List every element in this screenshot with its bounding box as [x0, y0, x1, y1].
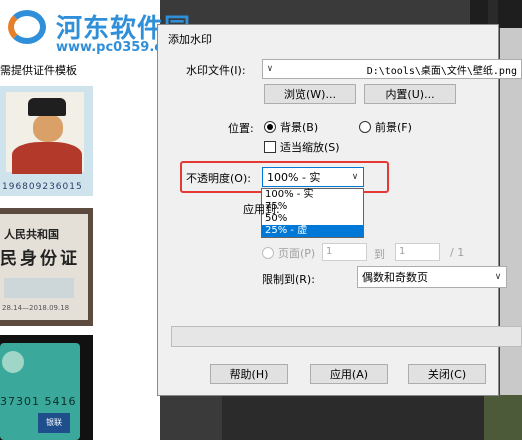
bank-card-number: 37301 5416 [0, 395, 77, 408]
position-label: 位置: [228, 122, 254, 135]
status-area [222, 395, 484, 440]
card-title-line1: 人民共和国 [4, 228, 59, 241]
unionpay-badge: 银联 [38, 413, 70, 433]
fit-scale-checkbox[interactable]: 适当缩放(S) [264, 139, 340, 155]
opacity-label: 不透明度(O): [186, 172, 251, 185]
site-url: www.pc0359.cn [56, 40, 172, 55]
card-date: 28.14—2018.09.18 [2, 304, 70, 312]
apply-button[interactable]: 应用(A) [310, 364, 388, 384]
apply-to-label: 应用到: [243, 203, 280, 216]
checkbox-icon [264, 141, 276, 153]
opacity-option[interactable]: 100% - 实 [262, 189, 363, 201]
chevron-down-icon[interactable]: ∨ [263, 64, 277, 74]
limit-to-select[interactable]: 偶数和奇数页 ∨ [357, 266, 507, 288]
radio-selected-icon [264, 121, 276, 133]
bank-card[interactable]: 37301 5416 银联 [0, 335, 93, 440]
to-label: 到 [374, 248, 385, 261]
watermark-file-label: 水印文件(I): [186, 64, 246, 77]
dialog-title: 添加水印 [168, 33, 212, 46]
progress-bar [171, 326, 522, 347]
close-button[interactable]: 关闭(C) [408, 364, 486, 384]
page-from-input[interactable]: 1 [322, 243, 367, 261]
id-photo-card[interactable]: 196809236015 [0, 86, 93, 196]
image-thumb [484, 395, 522, 440]
opacity-option-selected[interactable]: 25% - 虚 [262, 225, 363, 237]
template-label: 需提供证件模板 [0, 64, 77, 77]
limit-to-label: 限制到(R): [262, 273, 315, 286]
page-radio[interactable]: 页面(P) [262, 245, 315, 261]
background-radio[interactable]: 背景(B) [264, 119, 318, 135]
help-button[interactable]: 帮助(H) [210, 364, 288, 384]
logo-icon [2, 4, 52, 48]
opacity-select[interactable]: 100% - 实 ∨ [262, 167, 364, 187]
page-to-input[interactable]: 1 [395, 243, 440, 261]
chevron-down-icon[interactable]: ∨ [347, 172, 363, 182]
page-total: / 1 [450, 246, 465, 259]
id-card-back[interactable]: 人民共和国 民身份证 28.14—2018.09.18 [0, 208, 93, 326]
browse-button[interactable]: 浏览(W)... [264, 84, 356, 104]
foreground-radio[interactable]: 前景(F) [359, 119, 412, 135]
watermark-file-input[interactable]: ∨ D:\tools\桌面\文件\壁纸.png [262, 59, 522, 79]
card-title-line2: 民身份证 [0, 249, 80, 269]
radio-icon [262, 247, 274, 259]
chevron-down-icon[interactable]: ∨ [490, 272, 506, 282]
card-number: 196809236015 [2, 182, 83, 192]
builtin-button[interactable]: 内置(U)... [364, 84, 456, 104]
radio-icon [359, 121, 371, 133]
